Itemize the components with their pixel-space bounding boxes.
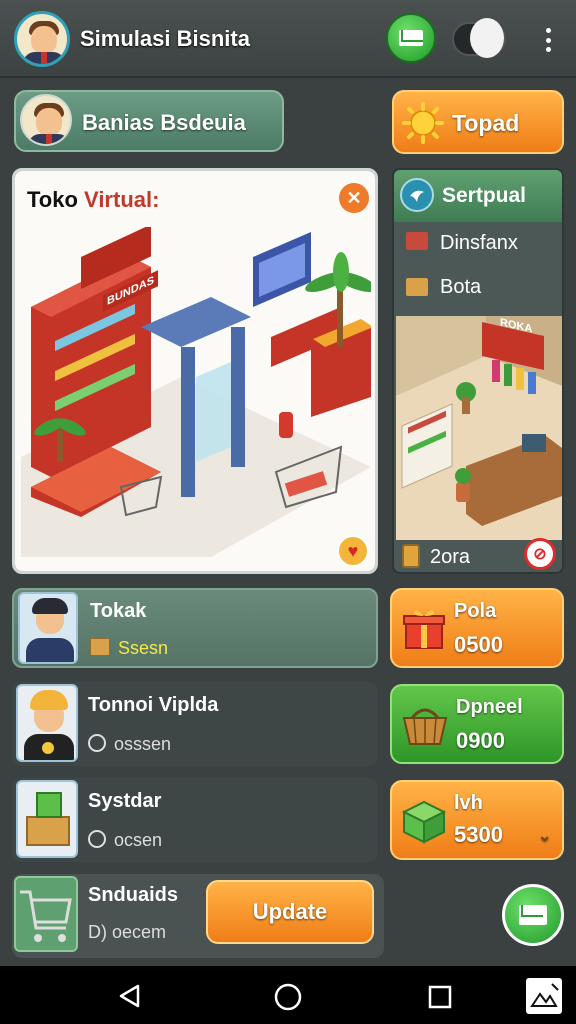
profile-name-label: Banias Bsdeuia (82, 110, 246, 135)
list-item[interactable]: Tonnoi Viplda osssen (12, 682, 378, 766)
gift-box-icon (403, 610, 445, 649)
mail-icon (519, 905, 547, 925)
back-triangle-icon[interactable] (118, 984, 142, 1008)
recents-square-icon[interactable] (428, 985, 452, 1009)
card-value: 0500 (454, 632, 503, 657)
profile-toggle-icon[interactable] (452, 18, 506, 58)
card-title: lvh (454, 792, 483, 814)
list-item-title: Snduaids (88, 884, 179, 906)
list-item-subtitle: osssen (114, 734, 172, 754)
clock-icon (88, 734, 106, 752)
side-panel-title: Sertpual (442, 184, 527, 207)
side-panel-header[interactable]: Sertpual (394, 170, 562, 222)
card-value: 5300 (454, 822, 503, 847)
coin-stack-icon (402, 544, 420, 568)
list-item-title: Systdar (88, 790, 162, 812)
lvh-card[interactable]: lvh 5300 ⌄ (390, 780, 564, 860)
mail-icon (399, 30, 423, 46)
cardboard-box-avatar (16, 780, 78, 858)
close-icon[interactable]: ✕ (339, 183, 369, 213)
image-edit-icon[interactable] (526, 978, 562, 1014)
book-icon (406, 232, 428, 250)
profile-name-bar[interactable]: Banias Bsdeuia (14, 90, 284, 152)
no-entry-icon[interactable]: ⊘ (524, 538, 556, 570)
list-item[interactable]: Snduaids D) oecem Update (12, 874, 384, 958)
dpneel-card[interactable]: Dpneel 0900 (390, 684, 564, 764)
box-icon (406, 278, 428, 296)
virtual-store-card[interactable]: Toko Virtual: ✕ BUNDAS ♥ (12, 168, 378, 574)
basket-icon (402, 708, 448, 745)
bird-icon (400, 178, 434, 212)
home-circle-icon[interactable] (274, 983, 302, 1011)
card-title: Pola (454, 600, 497, 622)
mail-fab[interactable] (502, 884, 564, 946)
side-footer-label: 2ora (430, 546, 471, 568)
side-item-1[interactable]: Dinsfanx (440, 232, 518, 255)
mail-button[interactable] (386, 13, 436, 63)
top-app-bar: Simulasi Bisnita (0, 0, 576, 78)
list-item[interactable]: Systdar ocsen (12, 778, 378, 862)
system-nav-bar (0, 966, 576, 1024)
app-title: Simulasi Bisnita (80, 26, 250, 51)
pola-card[interactable]: Pola 0500 (390, 588, 564, 668)
heart-icon[interactable]: ♥ (337, 535, 369, 567)
card-title: Dpneel (456, 696, 523, 718)
side-item-2[interactable]: Bota (440, 276, 481, 299)
shopping-cart-avatar (14, 876, 78, 952)
update-button[interactable]: Update (206, 880, 374, 944)
green-cube-icon (401, 800, 447, 844)
list-item-subtitle: Ssesn (118, 638, 169, 658)
businessman-avatar-icon (20, 94, 72, 146)
blonde-player-avatar (16, 684, 78, 762)
box-icon (90, 638, 110, 656)
topad-button[interactable]: Topad (392, 90, 564, 154)
list-item-subtitle: ocsen (114, 830, 163, 850)
list-item[interactable]: Tokak Ssesn (12, 588, 378, 668)
list-item-title: Tokak (90, 600, 147, 622)
sun-coin-icon (402, 102, 444, 144)
topad-label: Topad (452, 110, 520, 136)
female-agent-avatar (18, 592, 78, 664)
update-button-label: Update (252, 899, 328, 924)
side-shop-panel: Sertpual Dinsfanx Bota ROKA 2ora ⊘ (392, 168, 564, 574)
list-item-title: Tonnoi Viplda (88, 694, 219, 716)
list-item-subtitle: D) oecem (88, 922, 167, 942)
card-value: 0900 (456, 728, 505, 753)
clock-icon (88, 830, 106, 848)
chevron-down-icon[interactable]: ⌄ (538, 826, 551, 846)
card-title: Toko Virtual: (27, 187, 160, 212)
businessman-avatar-icon[interactable] (14, 11, 70, 67)
more-vert-icon[interactable] (541, 28, 555, 52)
isometric-store-illustration (21, 227, 371, 557)
isometric-shop-interior-illustration (396, 316, 562, 540)
